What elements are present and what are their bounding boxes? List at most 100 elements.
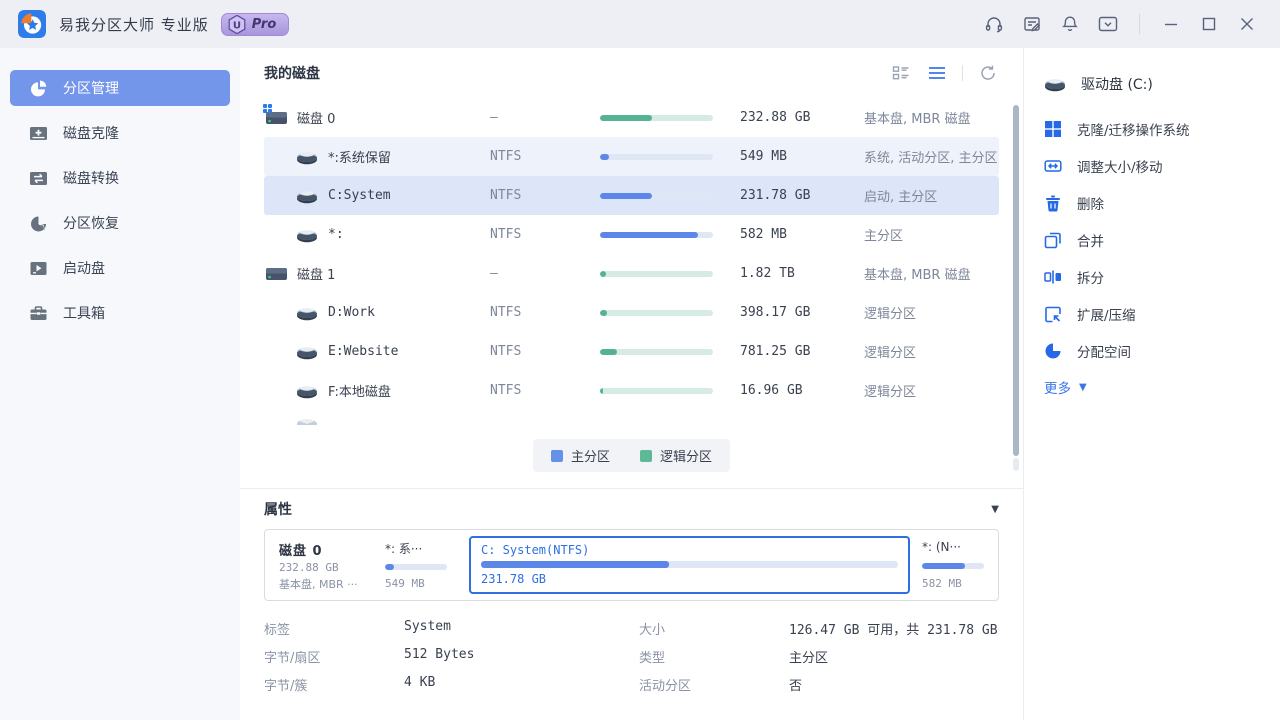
legend-label-logical: 逻辑分区 <box>660 446 712 465</box>
maximize-button[interactable] <box>1194 9 1224 39</box>
close-button[interactable] <box>1232 9 1262 39</box>
block-size: 549 MB <box>385 577 457 590</box>
table-row-disk0[interactable]: 磁盘 0 – 232.88 GB 基本盘, MBR 磁盘 <box>264 98 999 137</box>
sidebar-item-disk-clone[interactable]: 磁盘克隆 <box>10 115 230 151</box>
sidebar-item-label: 磁盘转换 <box>63 168 119 188</box>
disk-clone-icon <box>29 124 48 143</box>
more-link[interactable]: 更多 ▼ <box>1044 377 1270 397</box>
row-name: *:系统保留 <box>328 147 391 166</box>
toolbox-icon <box>29 304 48 323</box>
row-filesystem: NTFS <box>490 383 600 398</box>
field-value: 4 KB <box>404 675 639 694</box>
action-merge[interactable]: 合并 <box>1044 221 1270 258</box>
sidebar-item-label: 分区恢复 <box>63 213 119 233</box>
support-headset-icon[interactable] <box>979 9 1009 39</box>
action-resize-move[interactable]: 调整大小/移动 <box>1044 147 1270 184</box>
row-size: 549 MB <box>740 149 864 164</box>
minimize-button[interactable] <box>1156 9 1186 39</box>
usage-bar <box>600 115 713 121</box>
view-tools-separator <box>962 65 963 81</box>
feedback-icon[interactable] <box>1017 9 1047 39</box>
table-row-disk1[interactable]: 磁盘 1 – 1.82 TB 基本盘, MBR 磁盘 <box>264 254 999 293</box>
row-flags: 逻辑分区 <box>864 342 999 361</box>
block-bar <box>385 564 447 570</box>
split-icon <box>1044 268 1062 286</box>
row-filesystem: – <box>490 110 600 125</box>
windows-badge-icon <box>263 104 272 113</box>
row-filesystem: NTFS <box>490 344 600 359</box>
action-split[interactable]: 拆分 <box>1044 258 1270 295</box>
selected-drive-header: 驱动盘 (C:) <box>1044 74 1270 94</box>
row-name: F:本地磁盘 <box>328 381 391 400</box>
usage-bar <box>600 388 713 394</box>
action-delete[interactable]: 删除 <box>1044 184 1270 221</box>
sidebar-item-disk-convert[interactable]: 磁盘转换 <box>10 160 230 196</box>
row-name: 磁盘 1 <box>297 264 335 283</box>
card-view-icon[interactable] <box>890 62 912 84</box>
menu-dropdown-icon[interactable] <box>1093 9 1123 39</box>
row-filesystem: NTFS <box>490 227 600 242</box>
action-allocate-space[interactable]: 分配空间 <box>1044 332 1270 369</box>
pro-emblem-icon: U <box>226 15 248 34</box>
action-label: 分配空间 <box>1077 341 1131 361</box>
sidebar-item-toolbox[interactable]: 工具箱 <box>10 295 230 331</box>
properties-fields: 标签 System 大小 126.47 GB 可用，共 231.78 GB 字节… <box>264 619 999 694</box>
table-row-e-website[interactable]: E:Website NTFS 781.25 GB 逻辑分区 <box>264 332 999 371</box>
row-filesystem: NTFS <box>490 149 600 164</box>
boot-disk-icon <box>29 259 48 278</box>
partition-disk-icon <box>296 383 318 399</box>
table-row-f-local[interactable]: F:本地磁盘 NTFS 16.96 GB 逻辑分区 <box>264 371 999 410</box>
disk-map-name: 磁盘 0 <box>279 540 373 559</box>
table-row-system-reserved[interactable]: *:系统保留 NTFS 549 MB 系统, 活动分区, 主分区 <box>264 137 999 176</box>
field-value: 512 Bytes <box>404 647 639 666</box>
sidebar-item-boot-disk[interactable]: 启动盘 <box>10 250 230 286</box>
pro-badge[interactable]: U Pro <box>221 13 289 36</box>
trash-icon <box>1044 194 1062 212</box>
table-row-c-system[interactable]: C:System NTFS 231.78 GB 启动, 主分区 <box>264 176 999 215</box>
disk-convert-icon <box>29 169 48 188</box>
partition-legend: 主分区 逻辑分区 <box>533 439 730 472</box>
scrollbar-thumb[interactable] <box>1013 105 1019 456</box>
collapse-caret-icon[interactable]: ▼ <box>991 504 999 515</box>
disk-map-info: 磁盘 0 232.88 GB 基本盘, MBR ··· <box>273 536 373 594</box>
partition-disk-icon <box>296 149 318 165</box>
usage-bar <box>600 310 713 316</box>
row-filesystem: NTFS <box>490 188 600 203</box>
selected-drive-label: 驱动盘 (C:) <box>1081 74 1153 94</box>
list-view-icon[interactable] <box>926 62 948 84</box>
disk-map-block-system-reserved[interactable]: *: 系··· 549 MB <box>385 536 457 594</box>
sidebar-item-label: 磁盘克隆 <box>63 123 119 143</box>
more-label: 更多 <box>1044 377 1071 397</box>
partition-disk-icon <box>296 188 318 204</box>
action-clone-migrate-os[interactable]: 克隆/迁移操作系统 <box>1044 110 1270 147</box>
resize-move-icon <box>1044 157 1062 175</box>
svg-text:U: U <box>233 20 241 31</box>
table-row-unnamed-partition[interactable]: *: NTFS 582 MB 主分区 <box>264 215 999 254</box>
disk-map-block-c-system-selected[interactable]: C: System(NTFS) 231.78 GB <box>469 536 910 594</box>
usage-bar <box>600 193 713 199</box>
refresh-icon[interactable] <box>977 62 999 84</box>
row-size: 781.25 GB <box>740 344 864 359</box>
block-label: *: (N··· <box>922 540 990 554</box>
action-extend-shrink[interactable]: 扩展/压缩 <box>1044 295 1270 332</box>
field-value: System <box>404 619 639 638</box>
disk-map-block-unnamed[interactable]: *: (N··· 582 MB <box>922 536 990 594</box>
row-size: 231.78 GB <box>740 188 864 203</box>
table-row-d-work[interactable]: D:Work NTFS 398.17 GB 逻辑分区 <box>264 293 999 332</box>
partition-disk-icon <box>296 227 318 243</box>
pro-label: Pro <box>252 17 276 32</box>
usage-bar <box>600 271 713 277</box>
page-title: 我的磁盘 <box>264 63 320 83</box>
row-flags: 基本盘, MBR 磁盘 <box>864 264 999 283</box>
sidebar-item-label: 工具箱 <box>63 303 105 323</box>
block-bar <box>481 561 898 568</box>
field-value: 126.47 GB 可用，共 231.78 GB <box>789 619 999 638</box>
usage-bar <box>600 232 713 238</box>
action-label: 拆分 <box>1077 267 1104 287</box>
notification-bell-icon[interactable] <box>1055 9 1085 39</box>
sidebar-item-partition-manager[interactable]: 分区管理 <box>10 70 230 106</box>
sidebar-item-partition-recovery[interactable]: 分区恢复 <box>10 205 230 241</box>
row-name: D:Work <box>328 305 375 320</box>
scrollbar-track[interactable] <box>1013 458 1019 471</box>
field-value: 否 <box>789 675 999 694</box>
